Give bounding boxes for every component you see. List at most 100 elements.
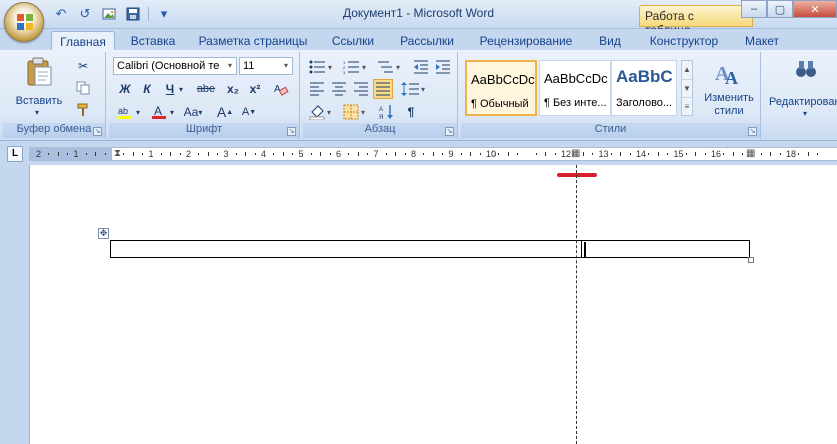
column-marker[interactable]: ▦ [571, 148, 580, 160]
numbering-icon[interactable]: 1 2 3 ▾ [341, 57, 371, 77]
font-color-icon[interactable]: A [149, 102, 169, 122]
font-launcher-icon[interactable]: ↘ [287, 127, 296, 136]
tab-mailings[interactable]: Рассылки [392, 31, 462, 51]
ruler-tick [470, 152, 472, 156]
style-no-spacing-sample: AaBbCcDc [544, 71, 608, 86]
subscript-button[interactable]: x₂ [223, 79, 243, 99]
bold-button[interactable]: Ж [115, 79, 135, 99]
bullets-icon[interactable]: ▾ [307, 57, 337, 77]
multilevel-list-icon[interactable]: ▾ [375, 57, 405, 77]
show-formatting-marks-button[interactable]: ¶ [401, 102, 421, 122]
tab-review[interactable]: Рецензирование [470, 31, 582, 51]
styles-launcher-icon[interactable]: ↘ [748, 127, 757, 136]
tab-selector-button[interactable]: L [7, 146, 23, 162]
styles-scroll-down-icon[interactable]: ▼ [682, 79, 692, 97]
document-table[interactable] [110, 240, 750, 258]
align-right-icon[interactable] [351, 79, 371, 99]
style-no-spacing[interactable]: AaBbCcDc ¶ Без инте... [539, 60, 611, 116]
shading-icon[interactable]: ▾ [307, 102, 337, 122]
column-drag-guide [576, 165, 577, 444]
table-resize-handle[interactable] [748, 257, 754, 263]
horizontal-ruler[interactable]: 2 1 1 2 3 4 5 6 7 8 9 10 12 13 14 15 16 18 ⧗ ⌂ ▦ ▦ [29, 147, 837, 161]
format-painter-icon[interactable] [73, 100, 93, 120]
document-page[interactable] [29, 165, 837, 444]
first-line-indent-marker[interactable]: ⧗ [114, 148, 121, 160]
ruler-tick [742, 153, 744, 155]
font-name-combo[interactable]: Calibri (Основной те ▾ [113, 57, 237, 75]
ribbon: Вставить ▾ ✂ Буфер обмена ↘ Calibri (Осн… [0, 50, 837, 141]
cut-icon[interactable]: ✂ [73, 56, 93, 76]
ruler-tick [48, 153, 50, 155]
style-heading[interactable]: AaBbC Заголово... [611, 60, 677, 116]
change-case-button[interactable]: Aa ▾ [181, 102, 205, 122]
font-group-label: Шрифт [109, 123, 299, 138]
grow-font-label: A [216, 104, 227, 120]
save-icon[interactable] [124, 5, 142, 23]
superscript-button[interactable]: x² [245, 79, 265, 99]
maximize-button[interactable]: ▢ [767, 0, 793, 18]
italic-button[interactable]: К [137, 79, 157, 99]
table-tools-context-tab[interactable]: Работа с таблица... [639, 5, 753, 37]
ruler-tick [667, 153, 669, 155]
office-button[interactable] [4, 2, 44, 42]
ruler-tick [292, 153, 294, 155]
copy-icon[interactable] [73, 78, 93, 98]
ruler-tick [273, 153, 275, 155]
table-move-handle-icon[interactable]: ✥ [98, 228, 109, 239]
tab-stop-marker[interactable]: ⌂ [491, 148, 497, 160]
ruler-tick [460, 153, 462, 155]
underline-dropdown-icon[interactable]: ▾ [176, 79, 186, 99]
paste-button[interactable]: Вставить ▾ [11, 55, 62, 117]
tab-view[interactable]: Вид [592, 31, 628, 51]
increase-indent-icon[interactable] [433, 57, 453, 77]
tab-home[interactable]: Главная [51, 31, 115, 51]
highlight-icon[interactable]: ab [115, 102, 135, 122]
close-button[interactable]: ✕ [793, 0, 837, 18]
ruler-number: 15 [673, 149, 684, 159]
picture-icon[interactable] [100, 5, 118, 23]
change-case-label: Aa [183, 105, 199, 119]
align-left-icon[interactable] [307, 79, 327, 99]
ruler-tick [620, 152, 622, 156]
table-column-border[interactable] [581, 241, 582, 257]
font-name-dropdown-icon[interactable]: ▾ [224, 58, 236, 74]
justify-icon[interactable] [373, 79, 393, 99]
clipboard-launcher-icon[interactable]: ↘ [93, 127, 102, 136]
font-size-dropdown-icon[interactable]: ▾ [280, 58, 292, 74]
sort-icon[interactable]: AЯ [377, 102, 397, 122]
ruler-tick [817, 153, 819, 155]
tab-layout[interactable]: Макет [738, 31, 786, 51]
align-center-icon[interactable] [329, 79, 349, 99]
tab-references[interactable]: Ссылки [324, 31, 382, 51]
paste-label: Вставить [15, 95, 63, 107]
strikethrough-button[interactable]: abe [193, 79, 219, 99]
line-spacing-icon[interactable]: ▾ [399, 79, 429, 99]
minimize-button[interactable]: – [741, 0, 767, 18]
font-size-combo[interactable]: 11 ▾ [239, 57, 293, 75]
undo-icon[interactable]: ↶ [52, 5, 70, 23]
highlight-dropdown-icon[interactable]: ▾ [133, 102, 143, 122]
paste-dropdown-icon[interactable]: ▾ [35, 108, 39, 117]
styles-more-icon[interactable]: ≡ [682, 97, 692, 115]
editing-dropdown-icon[interactable]: ▾ [803, 109, 807, 118]
ruler-tick [404, 153, 406, 155]
font-color-dropdown-icon[interactable]: ▾ [167, 102, 177, 122]
clear-formatting-icon[interactable]: A [271, 79, 291, 99]
tab-insert[interactable]: Вставка [122, 31, 184, 51]
right-column-marker[interactable]: ▦ [746, 148, 755, 160]
grow-font-button[interactable]: A ▲ [215, 102, 235, 122]
decrease-indent-icon[interactable] [411, 57, 431, 77]
qat-customize-icon[interactable]: ▾ [155, 5, 173, 23]
editing-button[interactable]: Редактирование ▾ [769, 56, 837, 122]
styles-scroll-up-icon[interactable]: ▲ [682, 61, 692, 79]
borders-icon[interactable]: ▾ [341, 102, 371, 122]
redo-icon[interactable]: ↺ [76, 5, 94, 23]
ruler-tick [592, 153, 594, 155]
ruler-tick [67, 153, 69, 155]
paragraph-launcher-icon[interactable]: ↘ [445, 127, 454, 136]
tab-design[interactable]: Конструктор [640, 31, 728, 51]
shrink-font-button[interactable]: A ▼ [239, 102, 259, 122]
change-styles-button[interactable]: A A Изменить стили [699, 56, 755, 118]
style-normal[interactable]: AaBbCcDc ¶ Обычный [465, 60, 537, 116]
tab-page-layout[interactable]: Разметка страницы [192, 31, 314, 51]
